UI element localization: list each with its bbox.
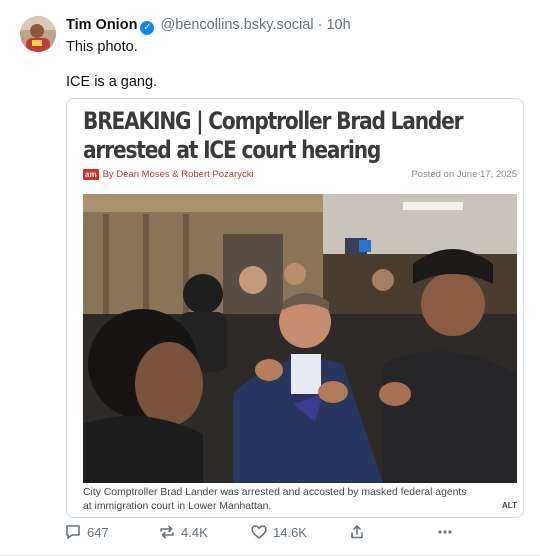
post[interactable]: Tim Onion ✓ @bencollins.bsky.social · 10h…: [0, 0, 540, 556]
post-actions: 647 4.4K 14.6K: [64, 522, 464, 542]
more-options-button[interactable]: [436, 522, 459, 542]
post-text-line: ICE is a gang.: [66, 74, 158, 90]
more-icon: [438, 530, 452, 534]
avatar[interactable]: [20, 16, 56, 52]
author-name[interactable]: Tim Onion: [66, 17, 137, 33]
repost-button[interactable]: 4.4K: [158, 522, 208, 542]
check-badge-icon: ✓: [140, 21, 155, 35]
like-button[interactable]: 14.6K: [250, 522, 307, 542]
repost-icon: [160, 525, 174, 539]
alt-badge[interactable]: ALT: [502, 501, 517, 510]
reply-count: 647: [87, 524, 109, 540]
like-count: 14.6K: [273, 524, 307, 540]
share-icon: [351, 525, 363, 539]
article-meta: am By Dean Moses & Robert Pozarycki Poste…: [83, 169, 517, 180]
post-time[interactable]: 10h: [326, 17, 350, 33]
article-date: Posted on June 17, 2025: [411, 169, 517, 180]
publisher-logo: am: [83, 169, 99, 180]
post-header: Tim Onion ✓ @bencollins.bsky.social · 10h: [66, 16, 351, 35]
photo-caption: City Comptroller Brad Lander was arreste…: [83, 487, 467, 512]
author-handle[interactable]: @bencollins.bsky.social: [160, 17, 313, 33]
embedded-article-image[interactable]: BREAKING | Comptroller Brad Lander arres…: [66, 98, 524, 518]
article-byline: By Dean Moses & Robert Pozarycki: [102, 169, 254, 180]
separator: ·: [317, 17, 323, 33]
news-photo: [83, 194, 517, 483]
share-button[interactable]: [348, 522, 371, 542]
heart-icon: [251, 525, 267, 539]
post-text-line: This photo.: [66, 39, 138, 55]
reply-icon: [66, 525, 80, 539]
reply-button[interactable]: 647: [64, 522, 109, 542]
article-headline: BREAKING | Comptroller Brad Lander arres…: [83, 107, 464, 164]
repost-count: 4.4K: [181, 524, 208, 540]
